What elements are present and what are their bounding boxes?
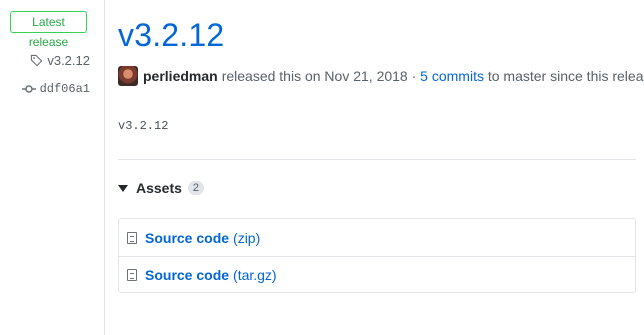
file-zip-icon [127, 269, 137, 281]
tag-icon [30, 54, 43, 67]
assets-list: Source code (zip) Source code (tar.gz) [118, 218, 636, 293]
tag-name: v3.2.12 [47, 53, 90, 68]
asset-ext[interactable]: (zip) [233, 230, 260, 246]
commit-link[interactable]: ddf06a1 [21, 82, 90, 96]
asset-name[interactable]: Source code [145, 230, 229, 246]
asset-ext[interactable]: (tar.gz) [233, 267, 277, 283]
assets-count: 2 [187, 181, 205, 195]
release-meta-column: Latest release v3.2.12 ddf06a1 [0, 0, 104, 335]
tag-link[interactable]: v3.2.12 [30, 53, 90, 68]
commit-icon [21, 84, 36, 94]
column-divider [104, 0, 105, 335]
assets-label: Assets [136, 180, 182, 196]
caret-down-icon [118, 185, 128, 192]
file-zip-icon [127, 231, 137, 244]
release-description: v3.2.12 [118, 119, 169, 133]
release-title[interactable]: v3.2.12 [118, 17, 224, 54]
asset-name[interactable]: Source code [145, 267, 229, 283]
release-byline: perliedman released this on Nov 21, 2018… [118, 66, 644, 86]
asset-targz[interactable]: Source code (tar.gz) [119, 256, 635, 293]
released-text: released this on Nov 21, 2018 · [221, 68, 417, 84]
commits-link[interactable]: 5 commits [420, 68, 484, 84]
section-divider [118, 159, 636, 160]
latest-release-badge: Latest release [10, 11, 87, 49]
asset-zip[interactable]: Source code (zip) [119, 219, 635, 256]
commits-suffix: to master since this release [487, 68, 644, 84]
author-link[interactable]: perliedman [143, 68, 218, 84]
avatar[interactable] [118, 66, 138, 86]
commit-sha: ddf06a1 [39, 82, 90, 96]
assets-toggle[interactable]: Assets 2 [118, 180, 205, 196]
